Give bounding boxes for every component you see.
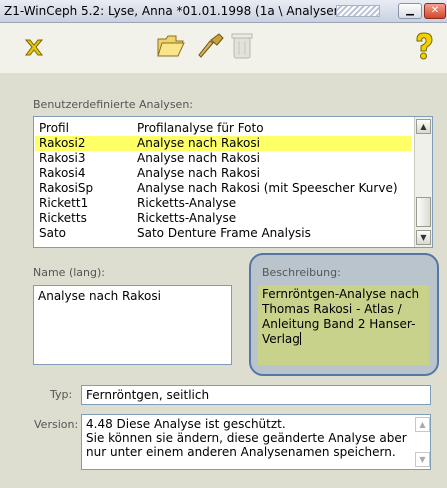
title-bar-pattern [336,5,380,17]
version-label: Version: [34,418,79,431]
analysis-code: Ricketts [39,211,87,225]
analysis-description: Sato Denture Frame Analysis [137,226,311,240]
scroll-up-icon[interactable]: ▲ [416,119,431,134]
close-button[interactable]: ✕ [424,3,446,19]
analysis-code: Rickett1 [39,196,89,210]
title-bar: Z1-WinCeph 5.2: Lyse, Anna *01.01.1998 (… [0,0,447,23]
toolbar [0,23,447,73]
list-item[interactable]: Rickett1 Ricketts-Analyse [35,196,411,211]
analysis-code: Profil [39,121,69,135]
name-field[interactable]: Analyse nach Rakosi [33,285,232,365]
analysis-description: Analyse nach Rakosi [137,166,260,180]
analysis-code: Rakosi3 [39,151,86,165]
analysis-description: Analyse nach Rakosi [137,136,260,150]
version-text: 4.48 Diese Analyse ist geschützt. Sie kö… [86,417,407,459]
version-scrollbar[interactable]: ▲ ▼ [414,415,430,469]
type-field[interactable]: Fernröntgen, seitlich [81,385,431,405]
scroll-thumb[interactable] [416,197,431,227]
list-scrollbar[interactable]: ▲ ▼ [414,117,432,247]
trash-icon [230,31,254,64]
list-item[interactable]: Ricketts Ricketts-Analyse [35,211,411,226]
scroll-down-icon[interactable]: ▼ [416,230,431,245]
analysis-description: Analyse nach Rakosi (mit Speescher Kurve… [137,181,398,195]
description-label: Beschreibung: [262,266,341,279]
hammer-icon[interactable] [197,32,225,63]
list-item[interactable]: Rakosi3 Analyse nach Rakosi [35,151,411,166]
analyses-list[interactable]: Profil Profilanalyse für Foto Rakosi2 An… [33,116,433,248]
list-item[interactable]: Rakosi4 Analyse nach Rakosi [35,166,411,181]
minimize-button[interactable]: ▁ [398,3,422,19]
text-caret [299,332,301,345]
version-field[interactable]: 4.48 Diese Analyse ist geschützt. Sie kö… [81,414,431,470]
scroll-up-icon[interactable]: ▲ [415,417,430,432]
analysis-code: Rakosi4 [39,166,86,180]
help-icon[interactable] [412,31,436,64]
list-item[interactable]: RakosiSp Analyse nach Rakosi (mit Speesc… [35,181,411,196]
cancel-icon[interactable] [23,36,45,61]
analysis-code: Rakosi2 [39,136,86,150]
description-text: Fernröntgen-Analyse nach Thomas Rakosi -… [262,287,420,346]
analysis-description: Analyse nach Rakosi [137,151,260,165]
list-item[interactable]: Sato Sato Denture Frame Analysis [35,226,411,241]
analysis-description: Profilanalyse für Foto [137,121,264,135]
type-label: Typ: [50,388,73,401]
description-field[interactable]: Fernröntgen-Analyse nach Thomas Rakosi -… [258,285,429,365]
name-label: Name (lang): [33,266,105,279]
analysis-description: Ricketts-Analyse [137,196,237,210]
list-item-selected[interactable]: Rakosi2 Analyse nach Rakosi [35,136,411,151]
analysis-description: Ricketts-Analyse [137,211,237,225]
analysis-code: RakosiSp [39,181,94,195]
window-title: Z1-WinCeph 5.2: Lyse, Anna *01.01.1998 (… [4,4,344,18]
analyses-section-label: Benutzerdefinierte Analysen: [33,98,193,111]
scroll-down-icon[interactable]: ▼ [415,452,430,467]
open-folder-icon[interactable] [156,31,186,62]
list-item[interactable]: Profil Profilanalyse für Foto [35,121,411,136]
analysis-code: Sato [39,226,67,240]
